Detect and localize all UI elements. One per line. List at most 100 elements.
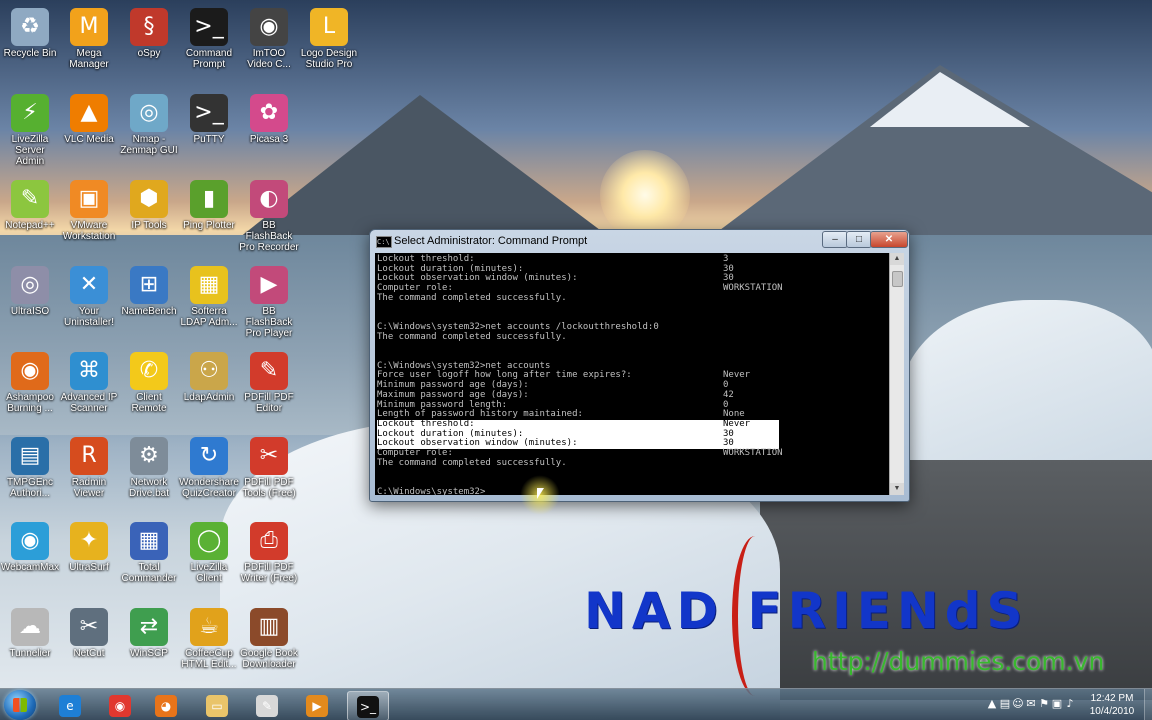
command-prompt-window-icon[interactable]: C:\: [376, 236, 392, 248]
desktop-icon[interactable]: ▦ Softerra LDAP Adm...: [179, 262, 239, 340]
clock[interactable]: 12:42 PM 10/4/2010: [1082, 692, 1142, 718]
scrollbar-thumb[interactable]: [892, 271, 903, 287]
taskbar-button-explorer[interactable]: ▭: [197, 691, 237, 719]
desktop-icon[interactable]: ⚡ LiveZilla Server Admin: [0, 90, 60, 168]
windows-logo-icon: [13, 698, 27, 712]
namebench-icon: ⊞: [130, 266, 168, 304]
desktop-icon[interactable]: ▶ BB FlashBack Pro Player: [239, 262, 299, 340]
console-line-text: Minimum password age (days):: [377, 380, 529, 391]
desktop-icon-label: NetCut: [73, 648, 105, 659]
desktop-icon[interactable]: ☁ Tunnelier: [0, 604, 60, 682]
ospy-icon: §: [130, 8, 168, 46]
console-line-text: Force user logoff how long after time ex…: [377, 370, 632, 381]
desktop-icon[interactable]: ⎙ PDFill PDF Writer (Free): [239, 518, 299, 596]
taskbar-button-firefox[interactable]: ◕: [146, 691, 186, 719]
desktop-icon[interactable]: ⚙ Network Drive.bat: [119, 433, 179, 511]
desktop-icon[interactable]: ⇄ WinSCP: [119, 604, 179, 682]
desktop-icon[interactable]: ▣ VMware Workstation: [59, 176, 119, 254]
console-line-text: C:\Windows\system32>net accounts /lockou…: [377, 321, 659, 332]
console-line-text: The command completed successfully.: [377, 331, 567, 342]
tray-app3-icon[interactable]: ✉: [1024, 697, 1038, 711]
desktop-icon[interactable]: ☕ CoffeeCup HTML Edit...: [179, 604, 239, 682]
desktop-icon[interactable]: ◐ BB FlashBack Pro Recorder: [239, 176, 299, 254]
ashampoo-icon: ◉: [11, 352, 49, 390]
desktop-icon[interactable]: ◉ Ashampoo Burning ...: [0, 348, 60, 426]
command-prompt-window[interactable]: C:\ Select Administrator: Command Prompt…: [369, 229, 910, 502]
winscp-icon: ⇄: [130, 608, 168, 646]
desktop-icon[interactable]: ♻ Recycle Bin: [0, 4, 60, 82]
desktop-icon[interactable]: ✎ Notepad++: [0, 176, 60, 254]
desktop-icon[interactable]: ▤ TMPGEnc Authori...: [0, 433, 60, 511]
desktop-icon[interactable]: ↻ Wondershare QuizCreator: [179, 433, 239, 511]
desktop-icon[interactable]: ⬢ IP Tools: [119, 176, 179, 254]
taskbar-button-chrome[interactable]: ◉: [100, 691, 140, 719]
desktop-icon-label: Your Uninstaller!: [63, 306, 115, 328]
desktop-icon[interactable]: ◉ WebcamMax: [0, 518, 60, 596]
desktop-icon-label: Network Drive.bat: [128, 477, 169, 499]
desktop-icon[interactable]: ⌘ Advanced IP Scanner: [59, 348, 119, 426]
desktop-icon[interactable]: ⚇ LdapAdmin: [179, 348, 239, 426]
maximize-button[interactable]: □: [846, 231, 872, 248]
tray-volume-icon[interactable]: ♪: [1063, 697, 1077, 711]
show-desktop-button[interactable]: [1144, 689, 1152, 720]
taskbar-button-notepad[interactable]: ✎: [247, 691, 287, 719]
desktop-icon[interactable]: ⊞ NameBench: [119, 262, 179, 340]
desktop-icon[interactable]: ◎ Nmap - Zenmap GUI: [119, 90, 179, 168]
taskbar: e ◉ ◕ ▭ ✎ ▶ >_ ▲ ▤ ☺ ✉ ⚑ ▣ ♪ 12:42 PM 10/4/2010: [0, 688, 1152, 720]
console-line-text: Maximum password age (days):: [377, 389, 529, 400]
desktop-icon[interactable]: M Mega Manager: [59, 4, 119, 82]
minimize-button[interactable]: –: [822, 231, 848, 248]
pdfill-editor-icon: ✎: [250, 352, 288, 390]
desktop-icon-label: Mega Manager: [69, 48, 109, 70]
desktop-icon-label: Radmin Viewer: [71, 477, 107, 499]
desktop-icon[interactable]: ✕ Your Uninstaller!: [59, 262, 119, 340]
scroll-down-icon[interactable]: ▼: [890, 483, 904, 495]
coffeecup-icon: ☕: [190, 608, 228, 646]
tray-app1-icon[interactable]: ▤: [998, 697, 1012, 711]
desktop-icon-label: Google Book Downloader: [240, 648, 298, 670]
close-button[interactable]: ✕: [870, 231, 908, 248]
desktop-icon-label: UltraISO: [10, 306, 50, 317]
desktop-icon[interactable]: L Logo Design Studio Pro: [299, 4, 359, 82]
desktop-icon[interactable]: § oSpy: [119, 4, 179, 82]
desktop-icon[interactable]: ▲ VLC Media: [59, 90, 119, 168]
tray-flag-icon[interactable]: ⚑: [1037, 697, 1051, 711]
console-line-text: The command completed successfully.: [377, 457, 567, 468]
desktop-icon[interactable]: ▦ Total Commander: [119, 518, 179, 596]
desktop-icon-label: Ashampoo Burning ...: [6, 392, 54, 414]
desktop-icon[interactable]: ✂ PDFill PDF Tools (Free): [239, 433, 299, 511]
tray-arrow-icon[interactable]: ▲: [985, 697, 999, 711]
desktop-icon[interactable]: ◯ LiveZilla Client: [179, 518, 239, 596]
desktop-icon[interactable]: ✦ UltraSurf: [59, 518, 119, 596]
desktop-icon[interactable]: ✂ NetCut: [59, 604, 119, 682]
tray-network-icon[interactable]: ▣: [1050, 697, 1064, 711]
desktop-icon-label: Ping Plotter: [183, 220, 235, 231]
desktop-icon[interactable]: ✎ PDFill PDF Editor: [239, 348, 299, 426]
taskbar-button-cmd[interactable]: >_: [347, 691, 389, 720]
desktop-icon[interactable]: >_ Command Prompt: [179, 4, 239, 82]
scroll-up-icon[interactable]: ▲: [890, 253, 904, 265]
desktop-icon[interactable]: ▥ Google Book Downloader: [239, 604, 299, 682]
console-line-text: Lockout threshold:: [377, 254, 475, 264]
tray-app2-icon[interactable]: ☺: [1011, 697, 1025, 711]
vlc-icon: ▲: [70, 94, 108, 132]
console-output[interactable]: Lockout threshold: 3 Lockout duration (min…: [375, 253, 889, 495]
desktop-icon[interactable]: ✆ Client Remote: [119, 348, 179, 426]
desktop-icon[interactable]: ▮ Ping Plotter: [179, 176, 239, 254]
desktop-icon-label: Command Prompt: [185, 48, 233, 70]
taskbar-button-ie[interactable]: e: [50, 691, 90, 719]
desktop-icon[interactable]: ◉ ImTOO Video C...: [239, 4, 299, 82]
start-button[interactable]: [4, 690, 36, 720]
desktop-icon-label: PDFill PDF Writer (Free): [240, 562, 298, 584]
taskbar-button-media[interactable]: ▶: [297, 691, 337, 719]
desktop-icon[interactable]: ✿ Picasa 3: [239, 90, 299, 168]
window-titlebar[interactable]: C:\ Select Administrator: Command Prompt…: [370, 230, 909, 252]
console-line: The command completed successfully.: [377, 457, 567, 469]
desktop-icon-label: LiveZilla Server Admin: [11, 134, 49, 167]
desktop-icon-label: Softerra LDAP Adm...: [180, 306, 238, 328]
desktop-icon[interactable]: R Radmin Viewer: [59, 433, 119, 511]
vertical-scrollbar[interactable]: ▲ ▼: [889, 253, 904, 495]
picasa-icon: ✿: [250, 94, 288, 132]
desktop-icon[interactable]: ◎ UltraISO: [0, 262, 60, 340]
desktop-icon[interactable]: >_ PuTTY: [179, 90, 239, 168]
